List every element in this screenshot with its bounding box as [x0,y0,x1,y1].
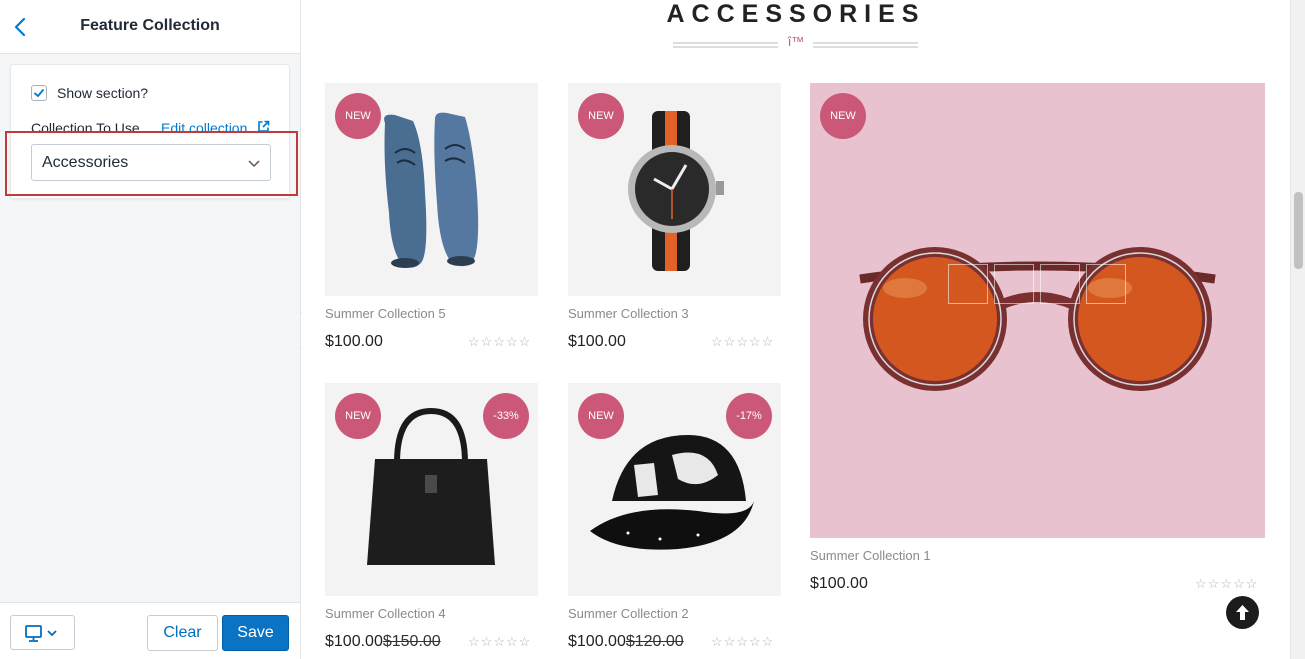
star-icon: ☆ [518,334,531,349]
checkmark-icon [34,89,44,97]
product-price: $100.00 [810,575,868,592]
collection-select[interactable]: Accessories [31,144,271,181]
star-icon: ☆ [723,334,736,349]
star-icon: ☆ [480,334,493,349]
product-image-bag[interactable]: NEW -33% [325,383,538,596]
product-card[interactable]: NEW Summer Collection 5 $100.00 ☆ ☆ ☆ ☆ ☆ [325,83,538,363]
product-image-watch[interactable]: NEW [568,83,781,296]
sidebar-header: Feature Collection [0,0,300,54]
product-card-featured[interactable]: NEW Summer Collection 1 $100.00 ☆ ☆ ☆ ☆ ☆ [810,83,1265,603]
scrollbar-thumb[interactable] [1294,192,1303,269]
sidebar-title: Feature Collection [80,17,220,34]
clear-button[interactable]: Clear [147,615,218,651]
new-badge: NEW [578,93,624,139]
product-card[interactable]: NEW -33% Summer Collection 4 $100.00$150… [325,383,538,659]
sale-badge: -17% [726,393,772,439]
show-section-row[interactable]: Show section? [31,85,148,101]
collection-select-value: Accessories [42,154,129,171]
back-arrow-icon[interactable] [8,14,34,40]
sidebar-footer: Clear Save [0,602,300,659]
product-price: $100.00 [325,633,383,650]
star-icon: ☆ [493,334,505,349]
product-old-price: $120.00 [625,633,684,650]
scroll-to-top-button[interactable] [1226,596,1259,629]
external-link-icon[interactable] [257,120,270,133]
star-icon: ☆ [1232,576,1245,591]
rating-stars: ☆ ☆ ☆ ☆ ☆ [468,335,530,348]
star-icon: ☆ [748,334,761,349]
edit-collection-link[interactable]: Edit collection [161,120,247,136]
product-image-shoes[interactable]: NEW [325,83,538,296]
star-icon: ☆ [468,334,480,349]
new-badge: NEW [578,393,624,439]
product-name[interactable]: Summer Collection 3 [568,306,689,321]
arrow-up-icon [1236,605,1249,620]
star-icon: ☆ [723,634,736,649]
collection-label: Collection To Use [31,120,140,136]
compare-icon[interactable] [1040,264,1080,304]
heart-icon[interactable] [994,264,1034,304]
star-icon: ☆ [505,334,518,349]
product-name[interactable]: Summer Collection 4 [325,606,446,621]
new-badge: NEW [335,93,381,139]
preview-scrollbar[interactable] [1290,0,1305,659]
product-name[interactable]: Summer Collection 2 [568,606,689,621]
product-price: $100.00 [325,333,383,350]
new-badge: NEW [820,93,866,139]
section-settings-card: Show section? Collection To Use Edit col… [10,64,290,199]
product-price: $100.00 [568,633,626,650]
save-button[interactable]: Save [222,615,289,651]
editor-sidebar: Feature Collection Show section? Collect… [0,0,301,659]
cart-icon[interactable] [948,264,988,304]
star-icon: ☆ [711,334,723,349]
sale-badge: -33% [483,393,529,439]
product-card[interactable]: NEW -17% Summer Collection 2 $100.00$120… [568,383,781,659]
star-icon: ☆ [761,634,774,649]
rating-stars: ☆ ☆ ☆ ☆ ☆ [1195,577,1257,590]
product-old-price: $150.00 [382,633,441,650]
new-badge: NEW [335,393,381,439]
rating-stars: ☆ ☆ ☆ ☆ ☆ [468,635,530,648]
star-icon: ☆ [480,634,493,649]
chevron-down-icon [248,160,260,168]
product-price-row: $100.00$150.00 [325,633,441,651]
sunglasses-image [859,247,1216,391]
star-icon: ☆ [736,334,748,349]
product-price-row: $100.00$120.00 [568,633,684,651]
product-card[interactable]: NEW Summer Collection 3 $100.00 ☆ ☆ ☆ ☆ ☆ [568,83,781,363]
star-icon: ☆ [493,634,505,649]
star-icon: ☆ [761,334,774,349]
show-section-checkbox[interactable] [31,85,47,101]
star-icon: ☆ [468,634,480,649]
product-price: $100.00 [568,333,626,350]
product-name[interactable]: Summer Collection 1 [810,548,931,563]
rating-stars: ☆ ☆ ☆ ☆ ☆ [711,635,773,648]
app-root: Feature Collection Show section? Collect… [0,0,1305,659]
title-ornament: î™ [787,34,805,49]
product-name[interactable]: Summer Collection 5 [325,306,446,321]
star-icon: ☆ [518,634,531,649]
star-icon: ☆ [1245,576,1258,591]
star-icon: ☆ [711,634,723,649]
star-icon: ☆ [1220,576,1232,591]
star-icon: ☆ [748,634,761,649]
star-icon: ☆ [1195,576,1207,591]
product-image-sunglasses[interactable]: NEW [810,83,1265,538]
quick-actions [948,264,1126,304]
device-preview-button[interactable] [10,615,75,650]
desktop-icon [25,625,57,642]
product-image-cap[interactable]: NEW -17% [568,383,781,596]
storefront-preview: ACCESSORIES î™ NEW Summer Collection 5 $ [302,0,1290,659]
star-icon: ☆ [736,634,748,649]
section-title: ACCESSORIES [666,0,926,28]
search-icon[interactable] [1086,264,1126,304]
star-icon: ☆ [505,634,518,649]
show-section-label: Show section? [57,85,149,101]
rating-stars: ☆ ☆ ☆ ☆ ☆ [711,335,773,348]
star-icon: ☆ [1207,576,1220,591]
